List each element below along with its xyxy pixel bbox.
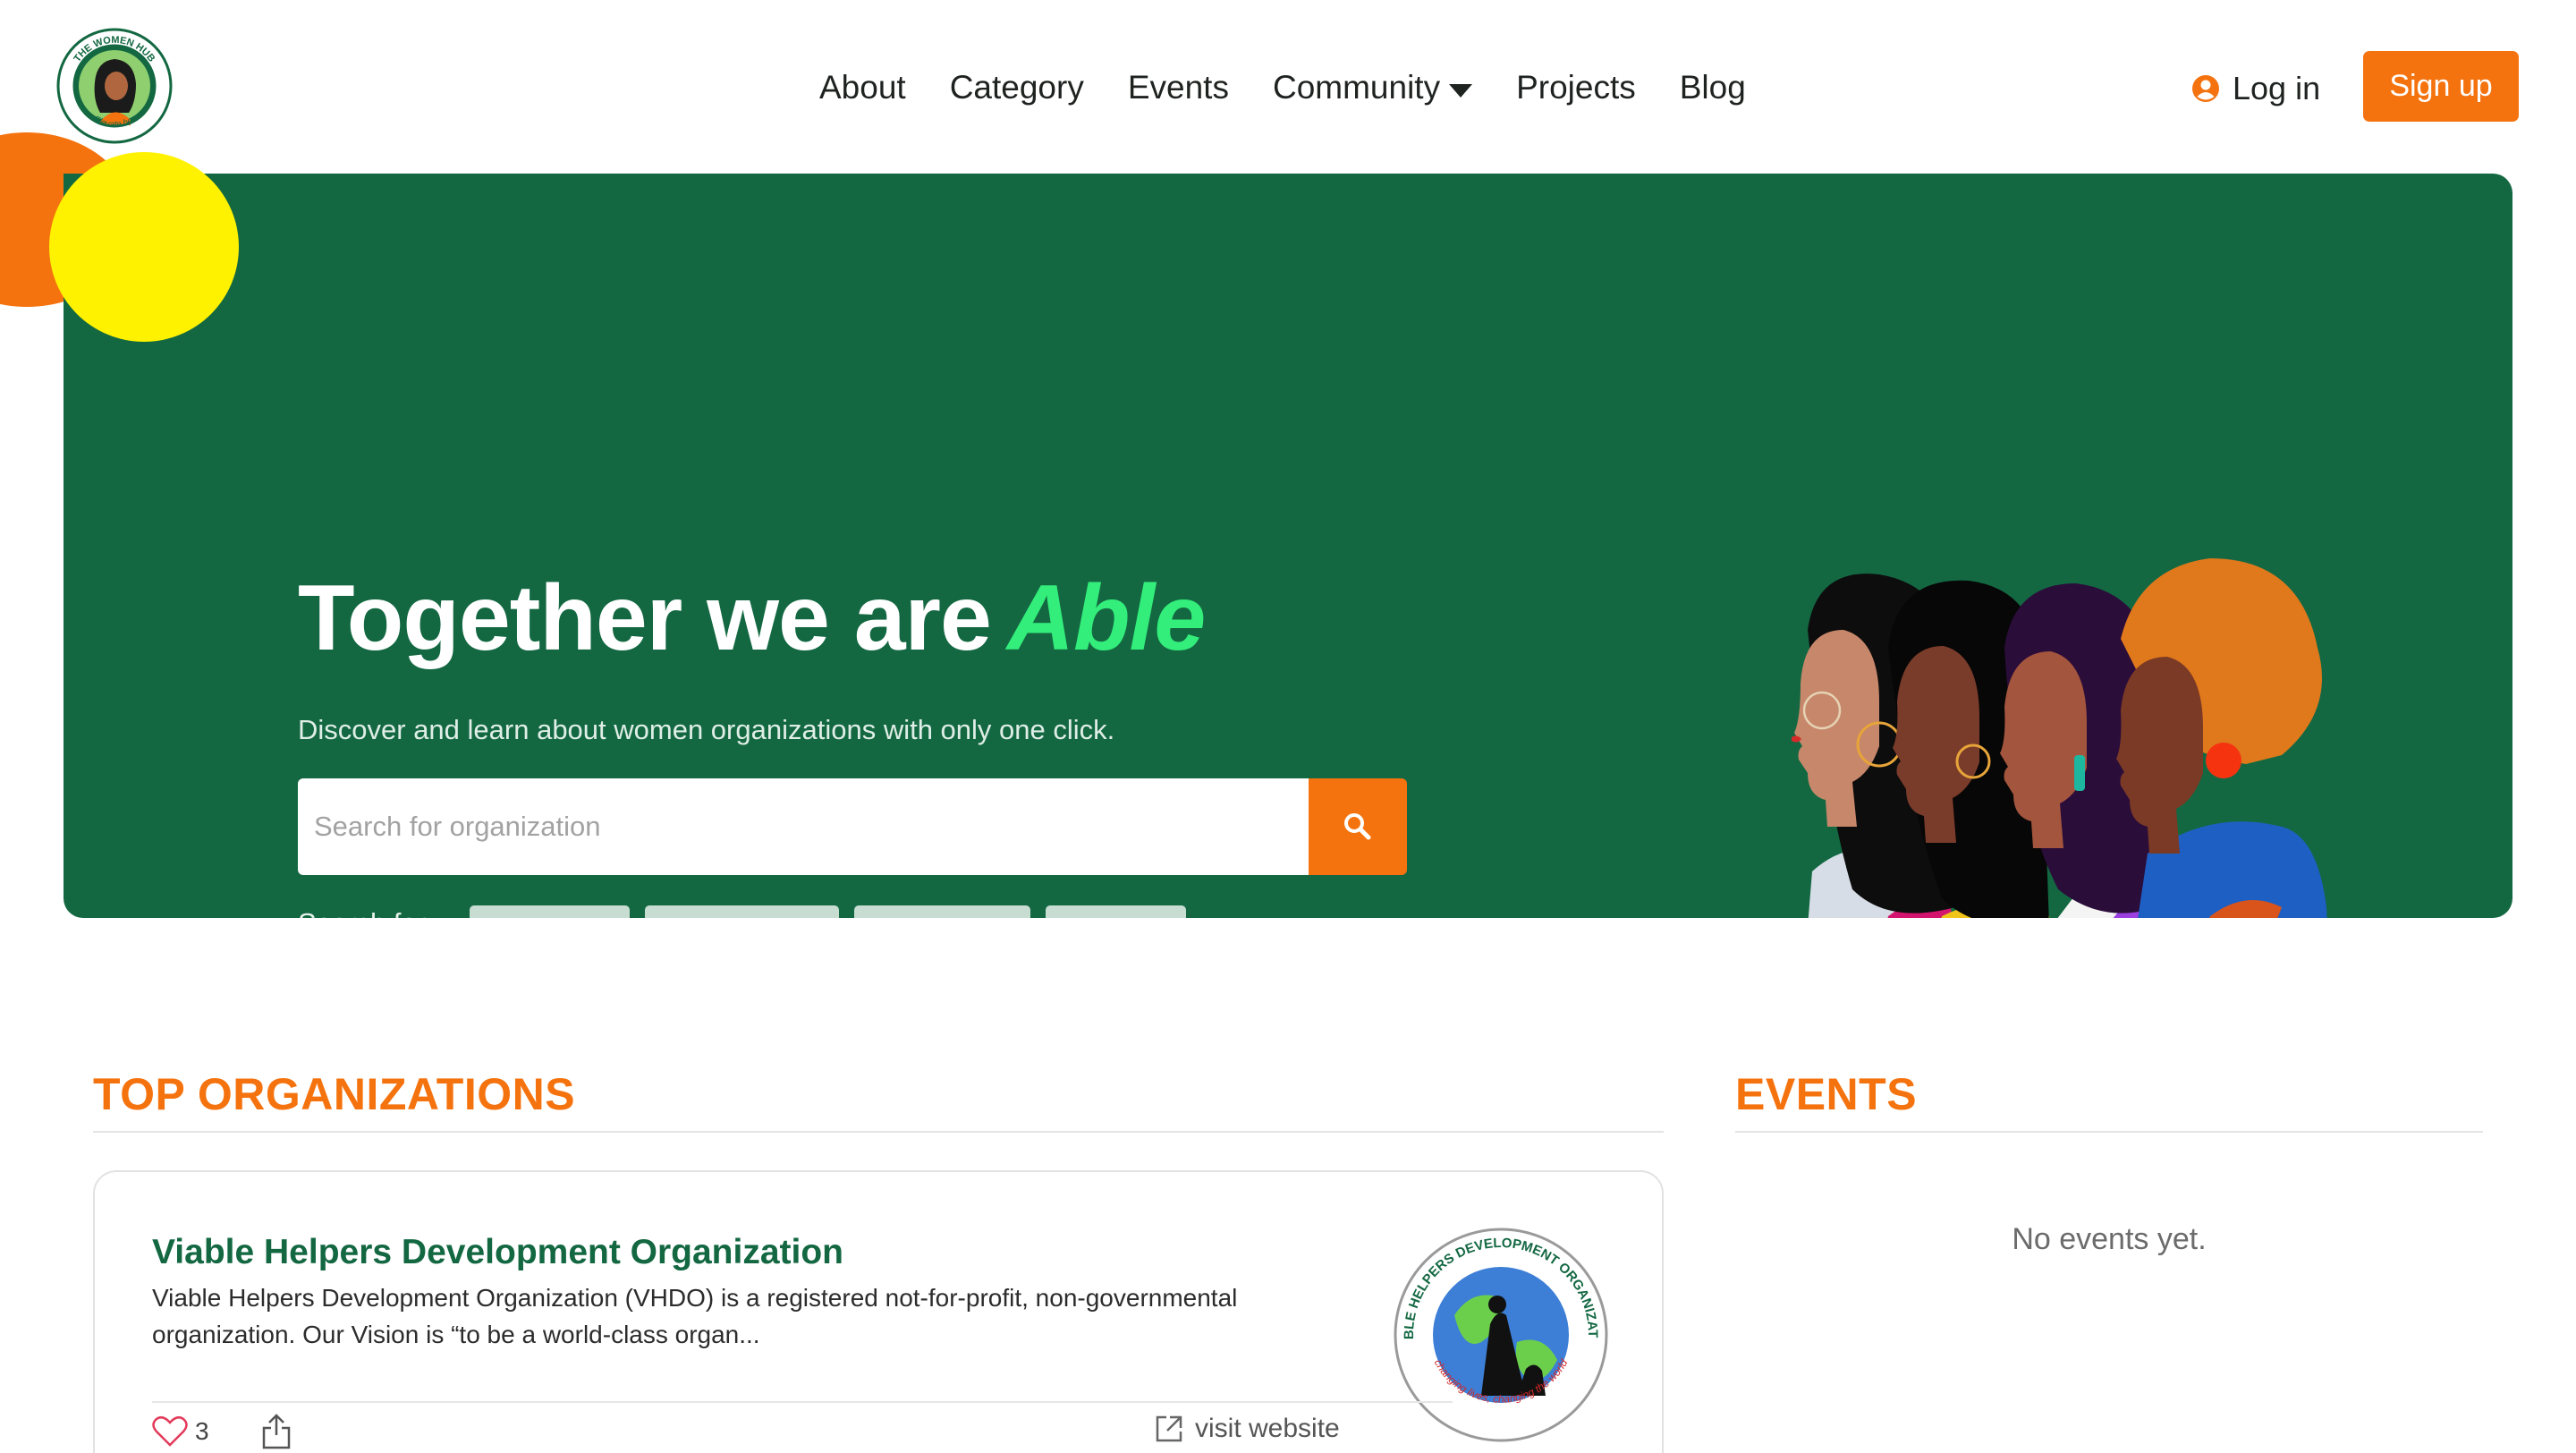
tag-gender-equity[interactable]: Gender Equity <box>644 905 840 918</box>
visit-website-link[interactable]: visit website <box>1154 1414 1340 1444</box>
heart-icon <box>152 1415 188 1447</box>
nav-community[interactable]: Community <box>1272 69 1473 106</box>
user-circle-icon <box>2192 75 2219 102</box>
external-link-icon <box>1156 1415 1182 1442</box>
share-icon <box>262 1414 291 1449</box>
women-hub-logo[interactable]: THE WOMEN HUB Elevate her <box>55 27 174 145</box>
no-events-message: No events yet. <box>2012 1222 2207 1256</box>
login-link[interactable]: Log in <box>2191 64 2320 113</box>
main-nav: About Category Events Community Projects… <box>819 63 1746 113</box>
organization-search-input[interactable] <box>298 778 1309 875</box>
top-organizations-heading: TOP ORGANIZATIONS <box>93 1069 576 1119</box>
hero-banner: Together we are Able Discover and learn a… <box>64 174 2512 918</box>
nav-community-label: Community <box>1272 69 1441 106</box>
organization-name[interactable]: Viable Helpers Development Organization <box>152 1233 843 1272</box>
tag-feminism[interactable]: Feminism <box>1045 905 1187 918</box>
search-for-label: Search for: <box>298 907 434 918</box>
nav-category[interactable]: Category <box>950 69 1084 106</box>
nav-projects[interactable]: Projects <box>1516 69 1636 106</box>
card-divider <box>152 1401 1453 1403</box>
signup-button[interactable]: Sign up <box>2363 51 2519 122</box>
caret-down-icon <box>1449 83 1473 98</box>
decorative-yellow-circle <box>49 152 239 342</box>
women-profiles-illustration <box>1792 558 2327 918</box>
nav-events[interactable]: Events <box>1128 69 1229 106</box>
search-button[interactable] <box>1309 778 1407 875</box>
organization-description: Viable Helpers Development Organization … <box>152 1284 1238 1348</box>
events-divider <box>1735 1131 2483 1133</box>
site-header: THE WOMEN HUB Elevate her About Category… <box>0 0 2576 174</box>
visit-website-label: visit website <box>1195 1414 1340 1443</box>
organization-logo: VIABLE HELPERS DEVELOPMENT ORGANIZATION … <box>1392 1226 1608 1442</box>
nav-blog[interactable]: Blog <box>1680 69 1746 106</box>
tag-sensitization[interactable]: Sensitization <box>854 905 1030 918</box>
top-organizations-divider <box>93 1131 1664 1133</box>
login-label: Log in <box>2233 70 2321 106</box>
search-tag-list: Technology Gender Equity Sensitization F… <box>470 905 1201 918</box>
nav-about[interactable]: About <box>819 69 906 106</box>
like-button[interactable]: 3 <box>152 1415 209 1448</box>
tag-technology[interactable]: Technology <box>470 905 630 918</box>
hero-subtitle: Discover and learn about women organizat… <box>298 714 1115 745</box>
share-button[interactable] <box>261 1412 292 1453</box>
search-icon <box>1344 813 1371 840</box>
organization-card[interactable]: Viable Helpers Development Organization … <box>93 1170 1664 1453</box>
hero-title: Together we are Able <box>298 565 1206 672</box>
events-heading: EVENTS <box>1735 1069 1918 1119</box>
like-count: 3 <box>195 1417 209 1445</box>
hero-title-accent: Able <box>1006 566 1206 670</box>
hero-title-text: Together we are <box>298 566 992 670</box>
